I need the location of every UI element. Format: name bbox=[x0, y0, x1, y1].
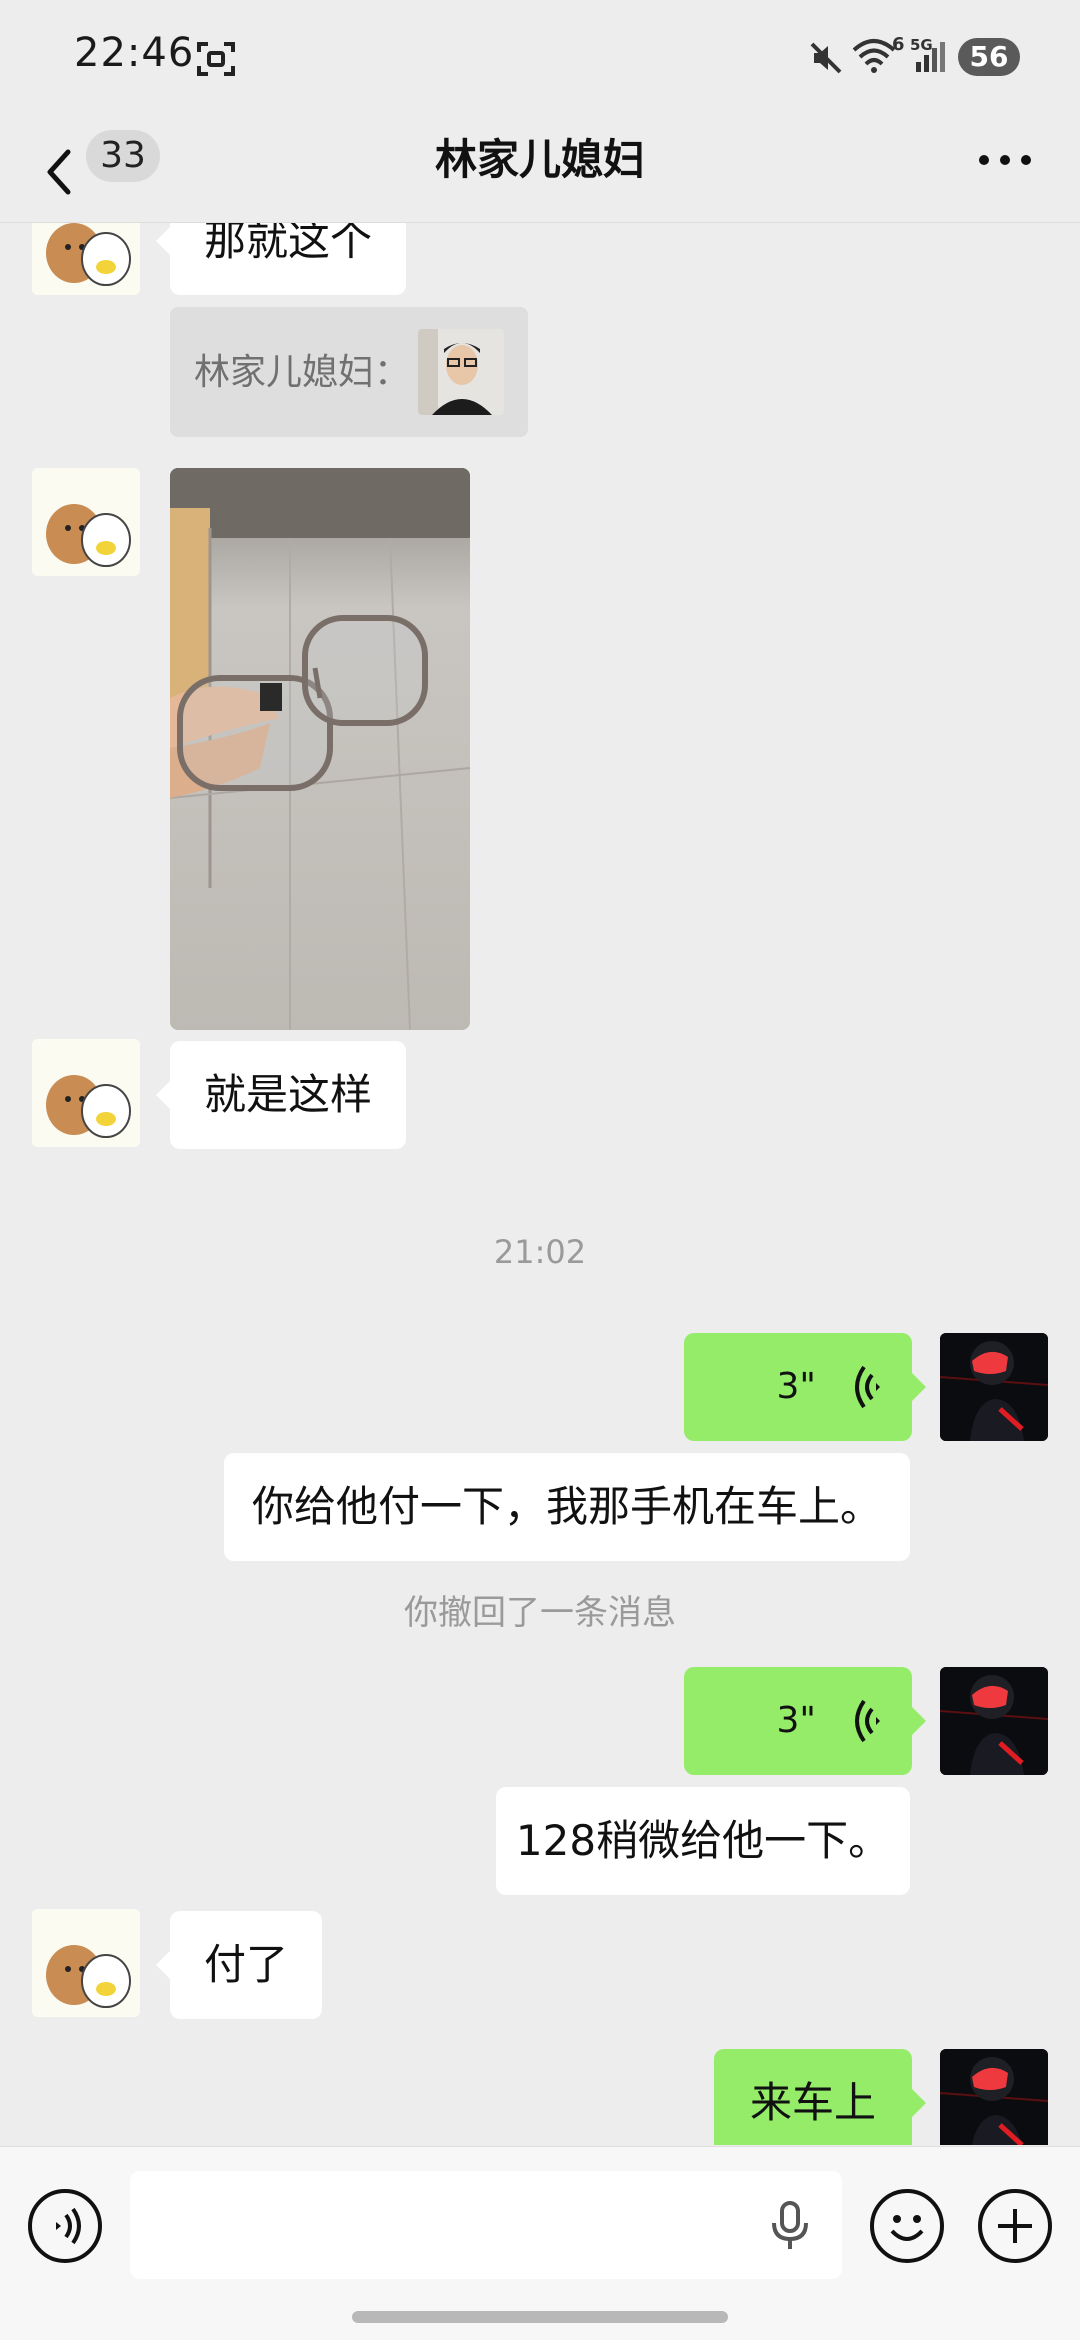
contact-avatar[interactable] bbox=[32, 1039, 140, 1147]
more-dots-icon bbox=[979, 155, 1031, 165]
voice-message[interactable]: 3" bbox=[684, 1333, 926, 1441]
plus-icon bbox=[998, 2209, 1032, 2243]
helmet-avatar-icon bbox=[940, 2049, 1048, 2145]
recalled-notice: 你撤回了一条消息 bbox=[404, 1593, 676, 1633]
emoji-button[interactable] bbox=[870, 2189, 944, 2263]
wifi-icon bbox=[852, 39, 896, 73]
voice-mode-icon bbox=[56, 2207, 81, 2245]
message-list[interactable]: 那就这个 林家儿媳妇： 就是这样 21:02 3" 你给他付一下，我那手机在车上… bbox=[0, 223, 1080, 2145]
mute-icon bbox=[810, 42, 842, 74]
voice-wave-icon bbox=[855, 1365, 880, 1409]
contact-avatar[interactable] bbox=[32, 468, 140, 576]
voice-message[interactable]: 3" bbox=[684, 1667, 926, 1775]
voice-duration: 3" bbox=[776, 1700, 816, 1741]
chat-title: 林家儿媳妇 bbox=[434, 135, 645, 184]
screenshot-icon bbox=[197, 42, 235, 76]
quoted-message[interactable]: 林家儿媳妇： bbox=[170, 307, 528, 437]
message-bubble[interactable]: 128稍微给他一下。 bbox=[496, 1787, 910, 1895]
signal-icon bbox=[916, 42, 945, 72]
helmet-avatar-icon bbox=[940, 1333, 1048, 1441]
contact-avatar[interactable] bbox=[32, 223, 140, 295]
wifi-badge: 6 bbox=[892, 34, 905, 55]
sticker-avatar-icon bbox=[32, 1039, 140, 1147]
sticker-avatar-icon bbox=[32, 223, 140, 295]
message-bubble[interactable]: 付了 bbox=[155, 1911, 323, 2019]
voice-wave-icon bbox=[855, 1699, 880, 1743]
glasses-photo[interactable] bbox=[170, 468, 470, 1030]
more-button[interactable] bbox=[970, 140, 1040, 180]
chat-header: 33 林家儿媳妇 bbox=[0, 120, 1080, 220]
battery-icon: 56 bbox=[958, 38, 1020, 76]
plus-button[interactable] bbox=[978, 2189, 1052, 2263]
helmet-avatar-icon bbox=[940, 1667, 1048, 1775]
my-avatar[interactable] bbox=[940, 2049, 1048, 2145]
status-bar: 22:46 6 5G 56 bbox=[0, 0, 1080, 120]
message-timestamp: 21:02 bbox=[493, 1233, 587, 1271]
microphone-icon[interactable] bbox=[770, 2201, 810, 2251]
unread-count-badge[interactable]: 33 bbox=[86, 130, 160, 182]
emoji-icon bbox=[890, 2215, 924, 2241]
my-avatar[interactable] bbox=[940, 1667, 1048, 1775]
message-bubble[interactable]: 来车上 bbox=[714, 2049, 926, 2145]
quote-thumbnail bbox=[418, 329, 504, 415]
message-bubble[interactable]: 就是这样 bbox=[155, 1041, 407, 1149]
sticker-avatar-icon bbox=[32, 1909, 140, 2017]
message-bubble[interactable]: 那就这个 bbox=[155, 223, 407, 295]
voice-mode-button[interactable] bbox=[28, 2189, 102, 2263]
message-bubble[interactable]: 你给他付一下，我那手机在车上。 bbox=[224, 1453, 910, 1561]
my-avatar[interactable] bbox=[940, 1333, 1048, 1441]
sticker-avatar-icon bbox=[32, 468, 140, 576]
voice-duration: 3" bbox=[776, 1366, 816, 1407]
home-indicator[interactable] bbox=[352, 2311, 728, 2323]
status-time: 22:46 bbox=[74, 30, 195, 76]
contact-avatar[interactable] bbox=[32, 1909, 140, 2017]
back-arrow-icon bbox=[47, 149, 71, 195]
quote-label: 林家儿媳妇： bbox=[194, 352, 411, 393]
message-input[interactable] bbox=[130, 2171, 842, 2279]
